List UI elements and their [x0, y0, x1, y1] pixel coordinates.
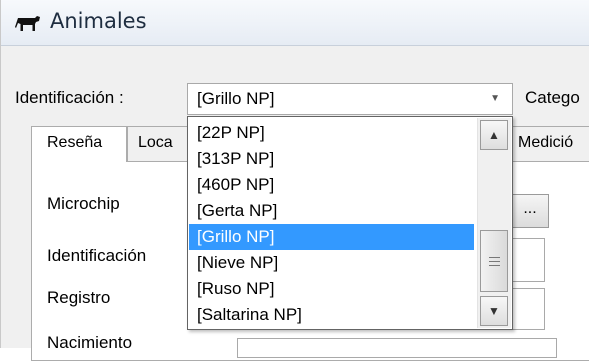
nacimiento-input[interactable]	[237, 338, 557, 358]
triangle-down-icon: ▼	[488, 304, 500, 318]
tab-localizacion-label: Loca	[138, 134, 173, 151]
identificacion-label: Identificación :	[15, 88, 124, 107]
list-item[interactable]: [22P NP]	[189, 120, 474, 146]
nacimiento-label: Nacimiento	[47, 333, 133, 352]
tab-mediciones-label: Medició	[518, 134, 574, 151]
tab-mediciones[interactable]: Medició	[503, 126, 589, 162]
identificacion-dropdown-list[interactable]: [22P NP] [313P NP] [460P NP] [Gerta NP] …	[187, 116, 513, 330]
microchip-browse-button[interactable]: ...	[511, 194, 549, 228]
window-title: Animales	[50, 9, 147, 33]
dropdown-scrollbar[interactable]: ▲ ▼	[477, 118, 511, 328]
list-item[interactable]: [Saltarina NP]	[189, 302, 474, 328]
list-item[interactable]: [Ruso NP]	[189, 276, 474, 302]
identificacion-combobox[interactable]: [Grillo NP] ▼	[187, 83, 513, 115]
chevron-down-icon[interactable]: ▼	[490, 93, 500, 104]
identificacion-field-label: Identificación	[47, 246, 147, 265]
animales-window: Animales Identificación : [Grillo NP] ▼ …	[0, 0, 589, 361]
list-item[interactable]: [Gerta NP]	[189, 198, 474, 224]
grip-line	[489, 261, 500, 262]
title-bar: Animales	[1, 0, 589, 46]
grip-line	[489, 257, 500, 258]
grip-line	[489, 265, 500, 266]
identificacion-value: [Grillo NP]	[197, 89, 275, 108]
scroll-up-button[interactable]: ▲	[480, 120, 508, 150]
triangle-up-icon: ▲	[488, 128, 500, 142]
microchip-label: Microchip	[47, 194, 120, 213]
list-item[interactable]: [Nieve NP]	[189, 250, 474, 276]
tab-resena[interactable]: Reseña	[31, 126, 127, 162]
categoria-label: Catego	[525, 88, 580, 107]
scroll-thumb[interactable]	[480, 230, 508, 292]
cow-icon	[15, 16, 40, 31]
scroll-down-button[interactable]: ▼	[480, 296, 508, 326]
list-item[interactable]: [460P NP]	[189, 172, 474, 198]
registro-label: Registro	[47, 288, 111, 307]
list-item-selected[interactable]: [Grillo NP]	[189, 224, 474, 250]
list-item[interactable]: [313P NP]	[189, 146, 474, 172]
tab-resena-label: Reseña	[47, 134, 103, 151]
